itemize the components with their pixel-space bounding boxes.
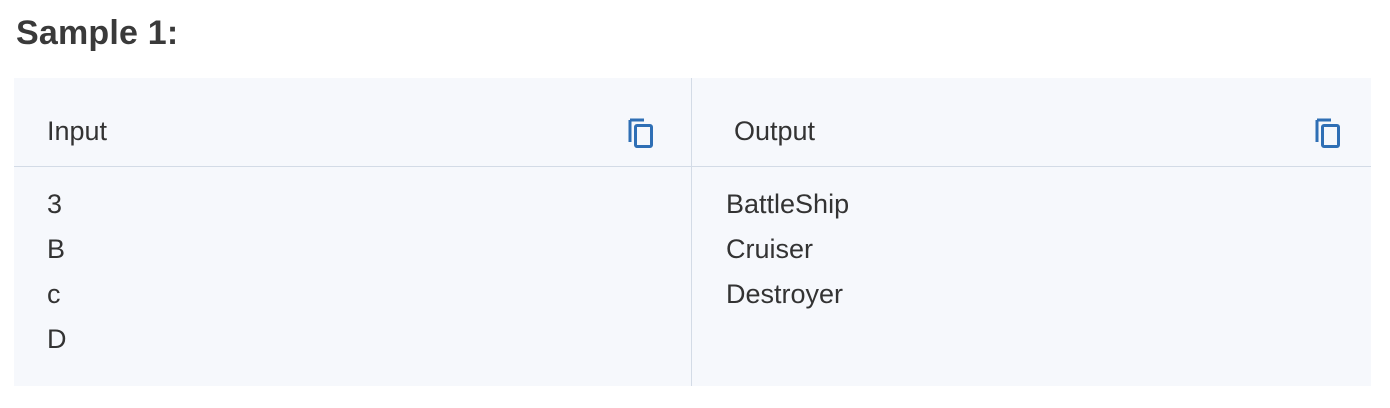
- sample-title: Sample 1:: [16, 14, 179, 52]
- copy-icon: [1315, 118, 1340, 148]
- input-line: D: [47, 324, 67, 354]
- copy-input-button[interactable]: [627, 118, 655, 150]
- copy-icon: [628, 118, 653, 148]
- input-line: c: [47, 279, 61, 309]
- output-header: Output: [734, 116, 816, 146]
- output-line: BattleShip: [726, 189, 850, 219]
- output-lines: BattleShip Cruiser Destroyer: [726, 182, 849, 317]
- sample-table: Input 3 B c D Output BattleShip Cruiser …: [14, 78, 1371, 386]
- input-column: Input 3 B c D: [14, 78, 691, 386]
- input-lines: 3 B c D: [47, 182, 67, 362]
- copy-output-button[interactable]: [1314, 118, 1342, 150]
- input-line: 3: [47, 189, 63, 219]
- input-header: Input: [47, 116, 108, 146]
- output-column: Output BattleShip Cruiser Destroyer: [692, 78, 1371, 386]
- input-line: B: [47, 234, 66, 264]
- output-line: Destroyer: [726, 279, 844, 309]
- output-line: Cruiser: [726, 234, 814, 264]
